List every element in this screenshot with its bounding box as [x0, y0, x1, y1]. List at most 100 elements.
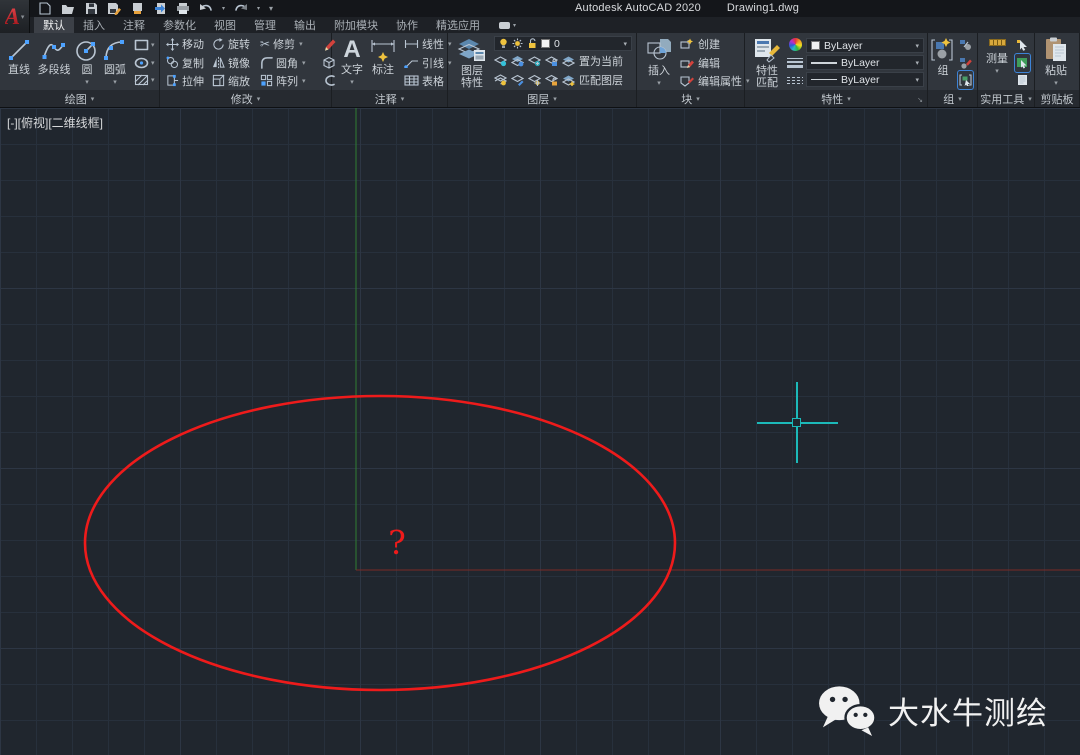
drawing-canvas[interactable]: [-][俯视][二维线框] ? 大水牛测绘 [0, 108, 1080, 755]
linetype-list-button[interactable] [787, 72, 803, 88]
layer-dropdown[interactable]: 0 ▾ [494, 36, 632, 51]
line-button[interactable]: 直线 [4, 35, 34, 90]
undo-button[interactable] [199, 2, 213, 15]
list-button[interactable] [1017, 72, 1028, 88]
tab-output[interactable]: 输出 [285, 17, 325, 33]
arc-button[interactable]: 圆弧 ▾ [100, 35, 130, 90]
circle-button[interactable]: 圆 ▾ [74, 35, 100, 90]
trim-button[interactable]: ✂ 修剪 ▾ [260, 35, 318, 53]
leader-button[interactable]: 引线 ▾ [404, 54, 452, 72]
fillet-caret-icon[interactable]: ▾ [302, 59, 306, 67]
measure-caret-icon[interactable]: ▾ [995, 66, 999, 77]
scale-button[interactable]: 缩放 [212, 72, 260, 90]
lineweight-dropdown[interactable]: ByLayer ▾ [806, 55, 924, 70]
insert-block-caret-icon[interactable]: ▾ [657, 78, 661, 89]
paste-button[interactable]: 粘贴 ▾ [1041, 35, 1071, 90]
paste-caret-icon[interactable]: ▾ [1054, 78, 1058, 89]
layer-on-tool-icon[interactable] [494, 74, 507, 86]
array-caret-icon[interactable]: ▾ [302, 77, 306, 85]
minimize-ribbon-button[interactable]: ▾ [499, 17, 516, 33]
question-mark-text[interactable]: ? [388, 523, 406, 562]
tab-collaborate[interactable]: 协作 [387, 17, 427, 33]
text-button[interactable]: A 文字 ▾ [338, 35, 366, 90]
panel-title-block[interactable]: 块 ▾ [637, 90, 744, 107]
app-menu-button[interactable]: A ▾ [0, 0, 30, 33]
panel-title-groups[interactable]: 组 ▾ [928, 90, 977, 107]
panel-title-layers[interactable]: 图层 ▾ [448, 90, 636, 107]
measure-button[interactable]: 测量 ▾ [982, 35, 1012, 90]
set-current-label[interactable]: 置为当前 [579, 53, 623, 69]
insert-block-button[interactable]: 插入 ▾ [643, 35, 675, 90]
quick-select-button[interactable] [1016, 55, 1029, 71]
ellipse-button[interactable]: ▾ [134, 55, 157, 71]
panel-title-draw[interactable]: 绘图 ▾ [0, 90, 159, 107]
dimension-button[interactable]: 标注 [366, 35, 400, 90]
arc-caret-icon[interactable]: ▾ [113, 77, 117, 88]
tab-view[interactable]: 视图 [205, 17, 245, 33]
tab-insert[interactable]: 插入 [74, 17, 114, 33]
stretch-button[interactable]: 拉伸 [166, 72, 212, 90]
select-all-button[interactable] [1016, 37, 1029, 53]
tab-featured-apps[interactable]: 精选应用 [427, 17, 489, 33]
drawn-ellipse[interactable] [85, 396, 675, 690]
trim-caret-icon[interactable]: ▾ [299, 40, 303, 48]
color-wheel-button[interactable] [789, 37, 802, 53]
match-properties-button[interactable]: 特性匹配 [750, 35, 784, 90]
tab-manage[interactable]: 管理 [245, 17, 285, 33]
save-as-button[interactable] [107, 2, 121, 15]
panel-title-annotate[interactable]: 注释 ▾ [332, 90, 447, 107]
layer-properties-button[interactable]: 图层特性 [452, 35, 492, 90]
mirror-button[interactable]: 镜像 [212, 54, 260, 72]
new-file-button[interactable] [38, 2, 52, 15]
layer-unlock-tool-icon[interactable] [545, 74, 558, 86]
object-color-dropdown[interactable]: ByLayer ▾ [806, 38, 924, 53]
print-button[interactable] [176, 2, 190, 15]
properties-dialog-launcher-icon[interactable]: ↘ [917, 96, 923, 104]
tab-parametric[interactable]: 参数化 [154, 17, 205, 33]
rotate-button[interactable]: 旋转 [212, 35, 260, 53]
circle-caret-icon[interactable]: ▾ [85, 77, 89, 88]
tab-default[interactable]: 默认 [34, 17, 74, 33]
lineweight-list-button[interactable] [787, 55, 803, 71]
table-button[interactable]: 表格 [404, 72, 452, 90]
layer-thaw-tool-icon[interactable] [528, 74, 541, 86]
open-file-button[interactable] [61, 2, 75, 15]
linetype-dropdown[interactable]: ByLayer ▾ [806, 72, 924, 87]
panel-title-utilities[interactable]: 实用工具 ▾ [978, 90, 1034, 107]
hatch-button[interactable]: ▾ [134, 72, 157, 88]
match-layer-label[interactable]: 匹配图层 [579, 72, 623, 88]
tab-annotate[interactable]: 注释 [114, 17, 154, 33]
move-button[interactable]: 移动 [166, 35, 212, 53]
redo-button[interactable] [234, 2, 248, 15]
layer-set-current-icon[interactable] [562, 55, 575, 67]
edit-attributes-button[interactable]: 编辑属性 ▾ [680, 72, 750, 90]
edit-block-button[interactable]: 编辑 [680, 54, 750, 72]
array-button[interactable]: 阵列 ▾ [260, 72, 318, 90]
export-button[interactable] [153, 2, 167, 15]
group-edit-button[interactable] [959, 55, 972, 71]
layer-freeze-icon[interactable] [511, 55, 524, 67]
customize-qat-caret[interactable]: ▾ [269, 4, 273, 13]
save-button[interactable] [84, 2, 98, 15]
layer-isolate-icon[interactable] [494, 55, 507, 67]
copy-button[interactable]: 复制 [166, 54, 212, 72]
undo-history-caret[interactable]: ▾ [222, 5, 225, 12]
linear-dim-button[interactable]: 线性 ▾ [404, 35, 452, 53]
tab-addins[interactable]: 附加模块 [325, 17, 387, 33]
redo-history-caret[interactable]: ▾ [257, 5, 260, 12]
group-selection-toggle[interactable] [959, 72, 972, 88]
panel-title-clipboard[interactable]: 剪贴板 [1035, 90, 1079, 107]
group-button[interactable]: 组 [931, 35, 955, 90]
polyline-button[interactable]: 多段线 [34, 35, 74, 90]
layer-lock-icon[interactable] [545, 55, 558, 67]
panel-title-properties[interactable]: 特性 ▾ ↘ [745, 90, 927, 107]
rectangle-button[interactable]: ▾ [134, 37, 157, 53]
create-block-button[interactable]: 创建 [680, 35, 750, 53]
plot-button[interactable] [130, 2, 144, 15]
layer-match-icon[interactable] [562, 74, 575, 86]
layer-off-icon[interactable] [528, 55, 541, 67]
text-caret-icon[interactable]: ▾ [350, 77, 354, 88]
ungroup-button[interactable] [959, 37, 972, 53]
layer-edit-icon[interactable] [511, 74, 524, 86]
panel-title-modify[interactable]: 修改 ▾ [160, 90, 331, 107]
